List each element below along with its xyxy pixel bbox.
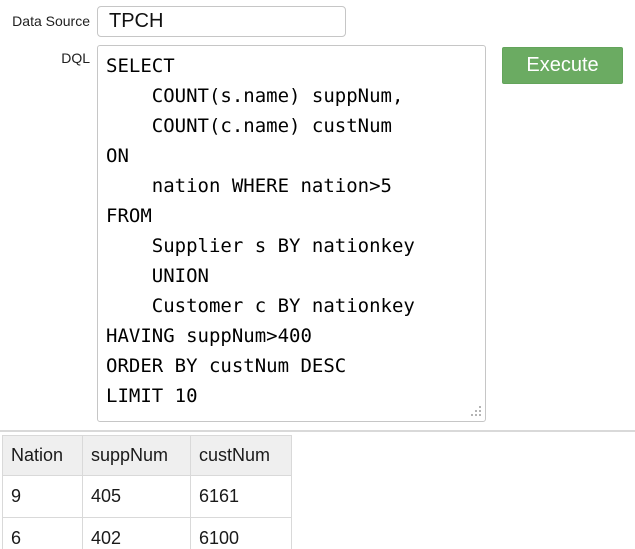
column-header-suppnum: suppNum bbox=[83, 436, 191, 476]
cell-custnum: 6100 bbox=[191, 518, 292, 549]
data-source-row: Data Source bbox=[0, 6, 635, 37]
table-row: 6 402 6100 bbox=[3, 518, 292, 549]
cell-suppnum: 405 bbox=[83, 476, 191, 518]
cell-nation: 6 bbox=[3, 518, 83, 549]
results-table: Nation suppNum custNum 9 405 6161 6 402 … bbox=[2, 435, 292, 549]
dql-textarea[interactable]: SELECT COUNT(s.name) suppNum, COUNT(c.na… bbox=[97, 45, 486, 422]
execute-button[interactable]: Execute bbox=[502, 47, 623, 84]
dql-row: DQL SELECT COUNT(s.name) suppNum, COUNT(… bbox=[0, 45, 635, 422]
cell-nation: 9 bbox=[3, 476, 83, 518]
column-header-nation: Nation bbox=[3, 436, 83, 476]
resize-grip-icon[interactable] bbox=[471, 406, 482, 417]
column-header-custnum: custNum bbox=[191, 436, 292, 476]
dql-label: DQL bbox=[0, 45, 97, 66]
query-app: Data Source DQL SELECT COUNT(s.name) sup… bbox=[0, 0, 635, 549]
cell-suppnum: 402 bbox=[83, 518, 191, 549]
cell-custnum: 6161 bbox=[191, 476, 292, 518]
dql-textarea-wrap: SELECT COUNT(s.name) suppNum, COUNT(c.na… bbox=[97, 45, 486, 422]
results-panel: Nation suppNum custNum 9 405 6161 6 402 … bbox=[0, 430, 635, 549]
table-row: 9 405 6161 bbox=[3, 476, 292, 518]
table-header-row: Nation suppNum custNum bbox=[3, 436, 292, 476]
data-source-label: Data Source bbox=[0, 6, 97, 37]
data-source-input[interactable] bbox=[97, 6, 346, 37]
